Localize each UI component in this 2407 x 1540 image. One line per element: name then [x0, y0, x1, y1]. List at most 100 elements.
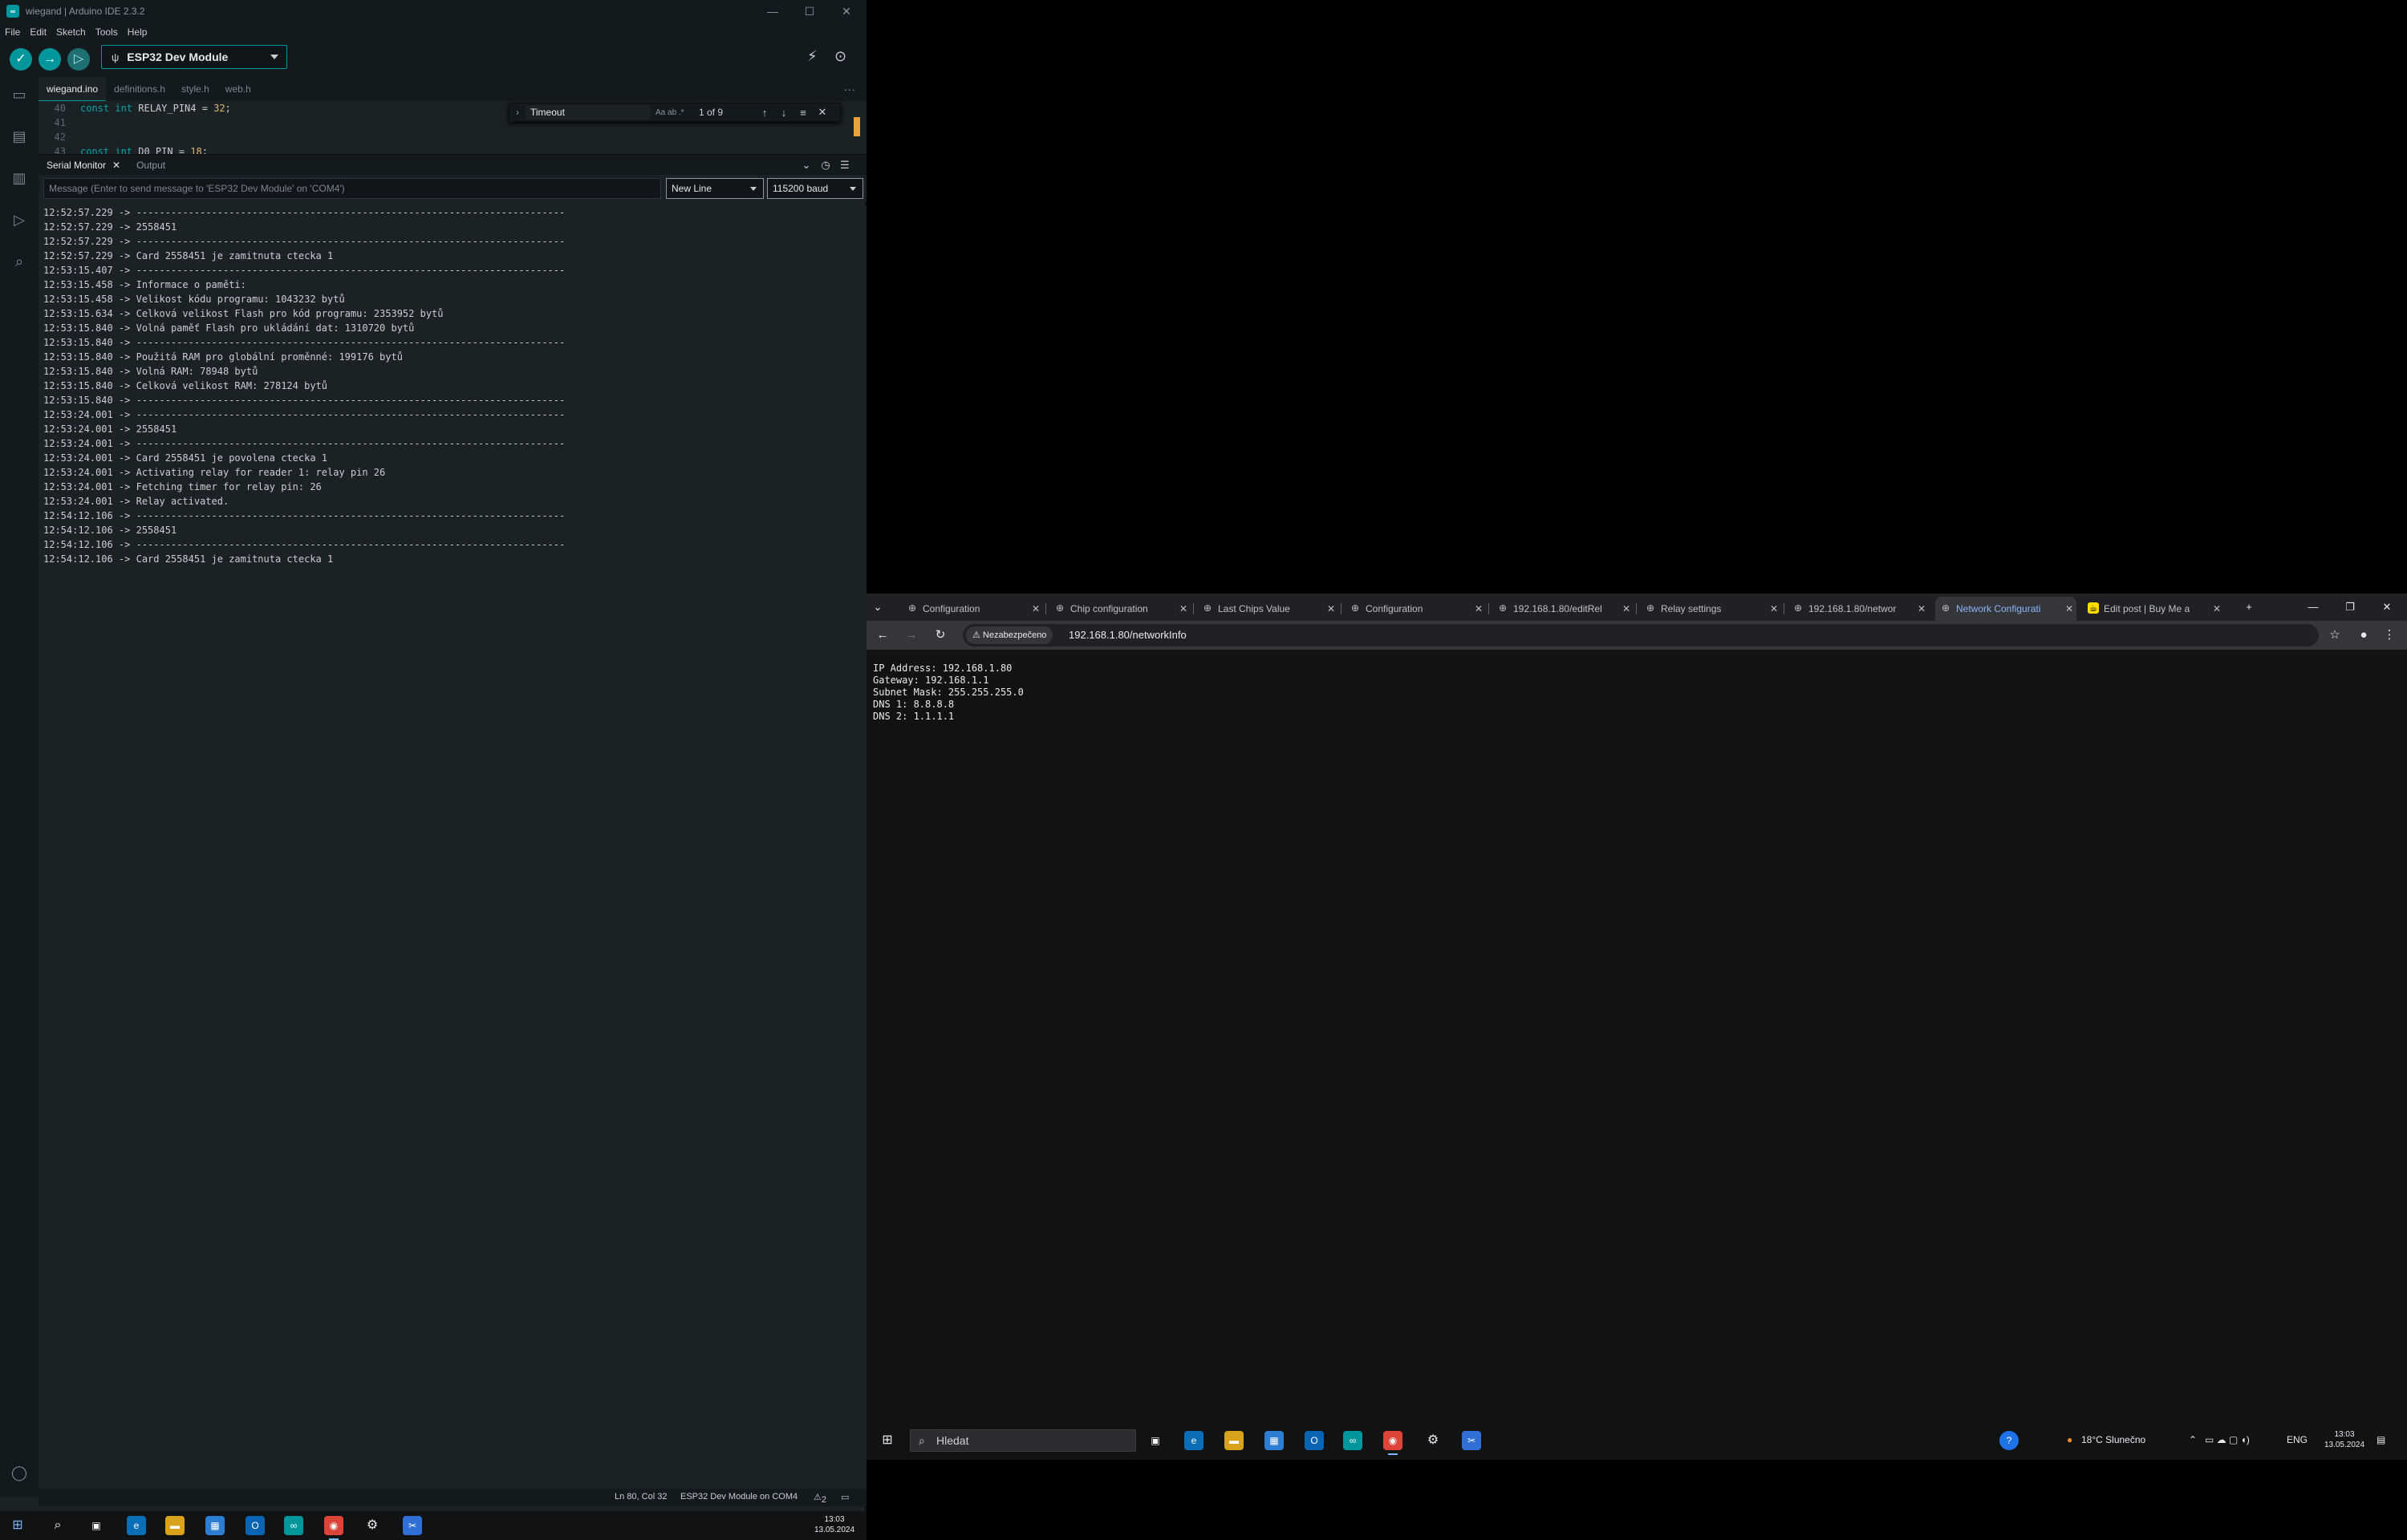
browser-tab[interactable]: ⊕ Configuration ✕ — [1345, 597, 1489, 621]
outlook-icon[interactable]: O — [1305, 1431, 1324, 1450]
notification-center-icon[interactable]: ▤ — [2377, 1434, 2385, 1445]
browser-tab[interactable]: ⊕ Relay settings ✕ — [1640, 597, 1784, 621]
address-bar[interactable]: ⚠ Nezabezpečeno 192.168.1.80/networkInfo — [963, 624, 2319, 646]
language-indicator[interactable]: ENG — [2287, 1434, 2308, 1445]
close-find-icon[interactable]: ✕ — [813, 106, 832, 119]
library-manager-icon[interactable]: ▥ — [10, 168, 29, 188]
tray-chevron-icon[interactable]: ⌃ — [2189, 1434, 2197, 1445]
clear-output-icon[interactable]: ☰ — [838, 158, 852, 172]
kebab-menu-icon[interactable]: ⋮ — [2381, 627, 2397, 643]
timestamp-toggle-icon[interactable]: ◷ — [818, 158, 833, 172]
snipping-tool-icon[interactable]: ✂ — [1462, 1431, 1481, 1450]
edge-icon[interactable]: e — [1184, 1431, 1204, 1450]
tray-icons[interactable]: ▭ ☁ ▢ ◖) — [2205, 1434, 2250, 1445]
taskbar-search-input[interactable]: ⌕ Hledat — [910, 1429, 1136, 1452]
tab-serial-monitor[interactable]: Serial Monitor ✕ — [39, 155, 128, 176]
arrow-down-icon[interactable]: ↓ — [774, 107, 794, 119]
settings-gear-icon[interactable]: ⚙ — [363, 1516, 382, 1535]
menu-sketch[interactable]: Sketch — [56, 26, 86, 38]
file-explorer-icon[interactable]: ▬ — [1224, 1431, 1244, 1450]
url-text[interactable]: 192.168.1.80/networkInfo — [1069, 629, 1187, 641]
windows-start-icon[interactable]: ⊞ — [8, 1516, 27, 1535]
reload-icon[interactable]: ↻ — [932, 627, 948, 643]
chrome-taskbar-icon[interactable]: ◉ — [1383, 1431, 1402, 1455]
back-icon[interactable]: ← — [875, 627, 891, 643]
board-selector[interactable]: ψ ESP32 Dev Module — [101, 45, 287, 69]
more-tabs-icon[interactable]: ··· — [844, 83, 855, 95]
windows-start-icon[interactable]: ⊞ — [878, 1431, 897, 1450]
restore-icon[interactable]: ❐ — [2332, 594, 2368, 621]
find-options[interactable]: Aa ab .* — [656, 108, 699, 117]
store-icon[interactable]: ▦ — [205, 1516, 225, 1535]
edge-icon[interactable]: e — [127, 1516, 146, 1535]
weather-text[interactable]: 18°C Slunečno — [2081, 1434, 2145, 1445]
find-in-selection-icon[interactable]: ≡ — [794, 107, 813, 119]
output-toggle-icon[interactable]: ▭ — [841, 1492, 849, 1502]
snipping-tool-icon[interactable]: ✂ — [403, 1516, 422, 1535]
minimize-icon[interactable]: — — [754, 0, 791, 22]
search-icon[interactable]: ⌕ — [10, 252, 29, 271]
close-tab-icon: ✕ — [1326, 603, 1335, 614]
collapse-panel-icon[interactable]: ⌄ — [799, 158, 814, 172]
minimize-icon[interactable]: — — [2295, 594, 2332, 621]
task-view-icon[interactable]: ▣ — [1146, 1431, 1165, 1450]
browser-tab[interactable]: ⊕ 192.168.1.80/networ ✕ — [1788, 597, 1929, 621]
serial-line: 12:53:15.458 -> Velikost kódu programu: … — [43, 294, 345, 305]
baud-rate-select[interactable]: 115200 baud — [767, 178, 863, 199]
serial-message-input[interactable]: Message (Enter to send message to 'ESP32… — [43, 178, 661, 199]
right-clock[interactable]: 13:03 13.05.2024 — [2320, 1429, 2368, 1450]
browser-tab[interactable]: ⊕ 192.168.1.80/editRel ✕ — [1492, 597, 1637, 621]
menu-edit[interactable]: Edit — [30, 26, 47, 38]
upload-button[interactable]: → — [39, 48, 61, 71]
new-tab-icon[interactable]: + — [2230, 594, 2267, 621]
task-view-icon[interactable]: ▣ — [87, 1516, 106, 1535]
file-tab-style[interactable]: style.h — [173, 77, 217, 101]
file-tab-wiegand[interactable]: wiegand.ino — [39, 77, 107, 101]
folder-icon[interactable]: ▭ — [10, 85, 29, 104]
board-port-status[interactable]: ESP32 Dev Module on COM4 — [680, 1492, 798, 1502]
search-icon[interactable]: ⌕ — [48, 1516, 67, 1535]
settings-gear-icon[interactable]: ⚙ — [1423, 1431, 1443, 1450]
file-tab-web[interactable]: web.h — [217, 77, 259, 101]
browser-tab-active[interactable]: ⊕ Network Configurati ✕ — [1935, 597, 2076, 621]
help-icon[interactable]: ? — [1999, 1431, 2019, 1450]
tab-search-icon[interactable]: ⌄ — [867, 594, 889, 621]
profile-icon[interactable]: ● — [2356, 627, 2372, 643]
debug-icon[interactable]: ▷ — [10, 210, 29, 229]
find-input[interactable]: Timeout — [526, 105, 651, 120]
browser-tab[interactable]: ☕ Edit post | Buy Me a ✕ — [2083, 597, 2224, 621]
editor-scrollbar[interactable] — [854, 117, 860, 136]
serial-monitor-icon[interactable]: ⊙ — [834, 48, 846, 65]
tab-output[interactable]: Output — [128, 155, 173, 176]
file-explorer-icon[interactable]: ▬ — [165, 1516, 185, 1535]
chevron-right-icon[interactable]: › — [509, 107, 526, 118]
browser-tab[interactable]: ⊕ Chip configuration ✕ — [1049, 597, 1194, 621]
maximize-icon[interactable]: ☐ — [791, 0, 828, 22]
menu-file[interactable]: File — [5, 26, 20, 38]
store-icon[interactable]: ▦ — [1264, 1431, 1284, 1450]
bookmark-star-icon[interactable]: ☆ — [2327, 627, 2343, 643]
arduino-taskbar-icon[interactable]: ∞ — [284, 1516, 303, 1535]
debug-button[interactable]: ▷ — [67, 48, 90, 71]
serial-plotter-icon[interactable]: ⚡ — [807, 48, 818, 65]
ide-titlebar[interactable]: ∞ wiegand | Arduino IDE 2.3.2 — ☐ ✕ — [0, 0, 867, 22]
board-manager-icon[interactable]: ▤ — [10, 127, 29, 146]
close-icon[interactable]: ✕ — [2368, 594, 2405, 621]
close-icon[interactable]: ✕ — [828, 0, 865, 22]
forward-icon[interactable]: → — [903, 627, 919, 643]
browser-tab[interactable]: ⊕ Configuration ✕ — [902, 597, 1046, 621]
file-tab-definitions[interactable]: definitions.h — [106, 77, 173, 101]
security-chip[interactable]: ⚠ Nezabezpečeno — [966, 626, 1053, 644]
outlook-icon[interactable]: O — [246, 1516, 265, 1535]
arrow-up-icon[interactable]: ↑ — [755, 107, 774, 119]
chrome-taskbar-icon[interactable]: ◉ — [324, 1516, 343, 1540]
menu-help[interactable]: Help — [128, 26, 148, 38]
menu-tools[interactable]: Tools — [95, 26, 118, 38]
verify-button[interactable]: ✓ — [10, 48, 32, 71]
arduino-taskbar-icon[interactable]: ∞ — [1343, 1431, 1362, 1450]
line-ending-select[interactable]: New Line — [666, 178, 764, 199]
account-icon[interactable]: ◯ — [10, 1463, 29, 1482]
browser-tab[interactable]: ⊕ Last Chips Value ✕ — [1197, 597, 1342, 621]
notification-count[interactable]: ⚠ 2 — [814, 1492, 826, 1505]
left-clock[interactable]: 13:03 13.05.2024 — [810, 1514, 858, 1535]
